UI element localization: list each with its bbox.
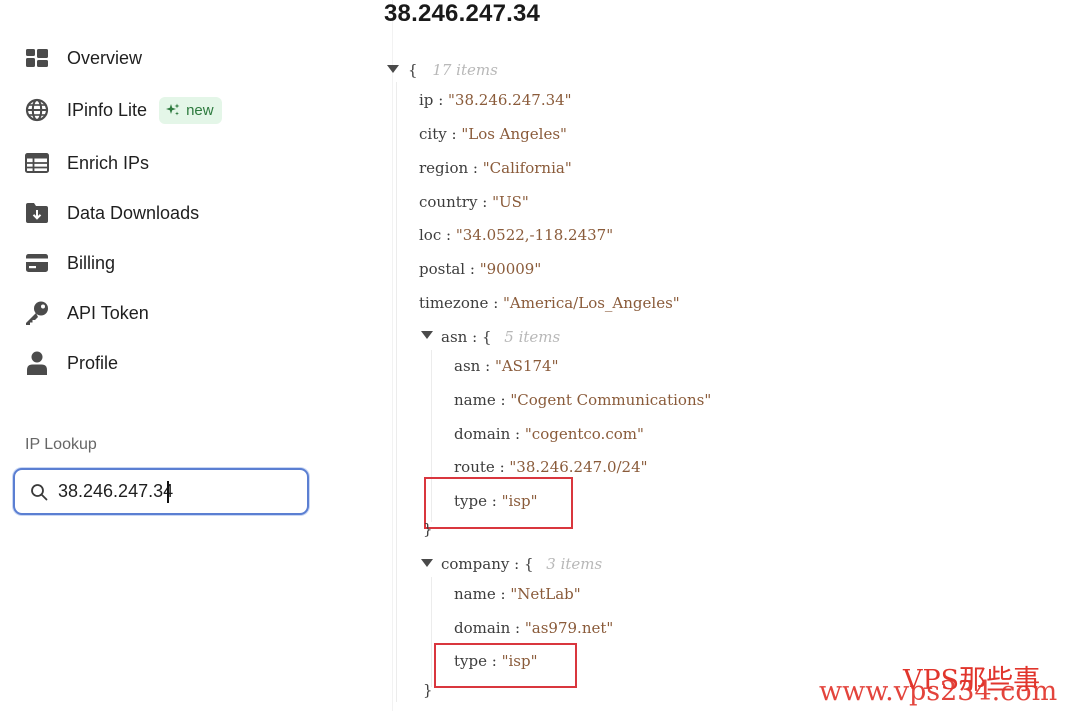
- json-field-loc: loc : "34.0522,-118.2437": [419, 226, 614, 244]
- company-item-count: 3 items: [546, 555, 603, 573]
- sidebar-item-label: Enrich IPs: [67, 152, 150, 173]
- sidebar-item-ipinfo-lite[interactable]: IPinfo Lite new: [24, 93, 222, 127]
- sidebar-item-overview[interactable]: Overview: [24, 41, 142, 75]
- json-field-asn-name: name : "Cogent Communications": [454, 391, 712, 409]
- sidebar-item-enrich-ips[interactable]: Enrich IPs: [24, 146, 149, 180]
- json-root-open: { 17 items: [408, 61, 498, 79]
- page-title: 38.246.247.34: [384, 0, 541, 27]
- json-field-city: city : "Los Angeles": [419, 125, 567, 143]
- watermark-url: www.vps234.com: [819, 676, 1058, 707]
- json-field-region: region : "California": [419, 159, 572, 177]
- dashboard-icon: [24, 45, 50, 71]
- badge-label: new: [186, 101, 214, 119]
- collapse-company-toggle[interactable]: [421, 559, 433, 567]
- company-guide-line: [431, 577, 432, 687]
- json-field-asn-route: route : "38.246.247.0/24": [454, 458, 648, 476]
- ip-lookup-search[interactable]: [13, 468, 309, 515]
- search-icon: [30, 483, 48, 501]
- json-close-company: }: [423, 681, 433, 699]
- table-icon: [24, 150, 50, 176]
- globe-icon: [24, 97, 50, 123]
- panel-divider: [392, 0, 393, 711]
- json-field-company-name: name : "NetLab": [454, 585, 581, 603]
- credit-card-icon: [24, 250, 50, 276]
- collapse-root-toggle[interactable]: [387, 65, 399, 73]
- json-field-asn-asn: asn : "AS174": [454, 357, 559, 375]
- json-field-country: country : "US": [419, 193, 529, 211]
- user-icon: [24, 350, 50, 376]
- sidebar-item-label: Billing: [67, 252, 116, 273]
- json-field-company-domain: domain : "as979.net": [454, 619, 614, 637]
- json-object-company: company : { 3 items: [441, 555, 603, 573]
- json-field-postal: postal : "90009": [419, 260, 542, 278]
- sidebar-item-data-downloads[interactable]: Data Downloads: [24, 196, 199, 230]
- new-badge: new: [159, 96, 222, 124]
- sidebar-item-label: Overview: [67, 47, 143, 68]
- json-close-asn: }: [423, 520, 433, 538]
- sidebar-item-api-token[interactable]: API Token: [24, 296, 149, 330]
- sidebar-item-label: Profile: [67, 352, 119, 373]
- text-caret: [167, 481, 169, 503]
- folder-download-icon: [24, 200, 50, 226]
- asn-type-highlight: [424, 477, 573, 529]
- json-field-timezone: timezone : "America/Los_Angeles": [419, 294, 680, 312]
- sidebar-item-label: Data Downloads: [67, 202, 200, 223]
- json-field-ip: ip : "38.246.247.34": [419, 91, 572, 109]
- sidebar-item-label: IPinfo Lite: [67, 99, 148, 120]
- json-field-asn-domain: domain : "cogentco.com": [454, 425, 644, 443]
- sidebar-item-label: API Token: [67, 302, 149, 323]
- sidebar-item-billing[interactable]: Billing: [24, 246, 115, 280]
- asn-item-count: 5 items: [504, 328, 561, 346]
- sidebar-item-profile[interactable]: Profile: [24, 346, 118, 380]
- open-brace: {: [408, 61, 418, 79]
- json-object-asn: asn : { 5 items: [441, 328, 561, 346]
- sidebar: Overview IPinfo Lite new Enrich IPs Data…: [0, 0, 392, 711]
- ip-lookup-label: IP Lookup: [25, 436, 97, 453]
- company-type-highlight: [434, 643, 577, 688]
- sparkle-icon: [166, 103, 180, 117]
- key-icon: [24, 300, 50, 326]
- root-guide-line: [396, 82, 397, 702]
- collapse-asn-toggle[interactable]: [421, 331, 433, 339]
- root-item-count: 17 items: [432, 61, 498, 79]
